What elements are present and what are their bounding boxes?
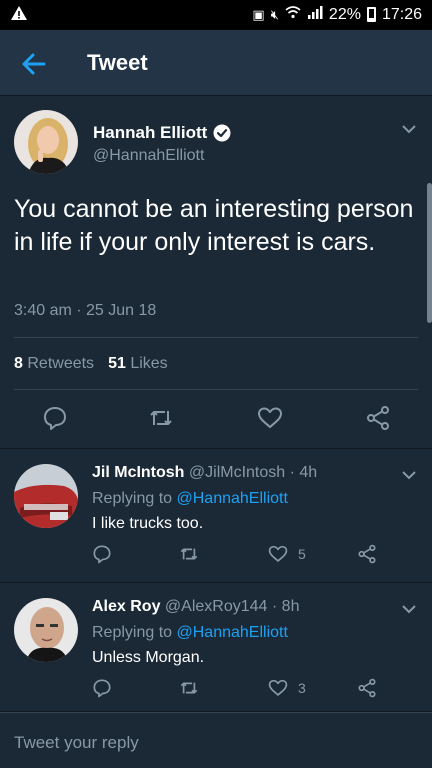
reply-author-handle[interactable]: @AlexRoy144	[165, 598, 268, 615]
reply-time: · 8h	[271, 598, 300, 615]
divider	[14, 337, 418, 338]
retweet-icon[interactable]	[179, 544, 199, 564]
battery-percent: 22%	[328, 5, 361, 23]
reply-text: I like trucks too.	[92, 515, 204, 532]
tweet-actions	[0, 405, 432, 435]
author-handle[interactable]: @HannahElliott	[93, 147, 204, 165]
like-heart-icon[interactable]	[257, 405, 283, 431]
reply-avatar[interactable]	[14, 464, 78, 528]
clock: 17:26	[381, 5, 422, 23]
chevron-down-icon[interactable]	[402, 124, 416, 134]
mention-link[interactable]: @HannahElliott	[177, 490, 288, 507]
share-icon[interactable]	[357, 678, 377, 698]
main-tweet: Hannah Elliott @HannahElliott You cannot…	[0, 97, 432, 449]
divider	[14, 389, 418, 390]
reply-author-handle[interactable]: @JilMcIntosh	[189, 464, 285, 481]
retweet-icon[interactable]	[148, 405, 174, 431]
reply-author-name[interactable]: Alex Roy	[92, 598, 160, 615]
reply-header: Alex Roy @AlexRoy144 · 8h	[92, 598, 299, 616]
arrow-left-icon[interactable]	[18, 48, 50, 80]
share-icon[interactable]	[357, 544, 377, 564]
mute-icon: 🔇︎	[270, 6, 279, 22]
verified-badge-icon	[213, 124, 231, 142]
author-name-text: Hannah Elliott	[93, 123, 208, 142]
reply-author-name[interactable]: Jil McIntosh	[92, 464, 184, 481]
reply-actions: 5	[0, 544, 432, 566]
chevron-down-icon[interactable]	[402, 604, 416, 614]
page-title: Tweet	[87, 50, 148, 75]
scrollbar[interactable]	[427, 183, 432, 323]
data-saver-icon: ▣	[252, 6, 265, 22]
like-count: 5	[298, 546, 306, 562]
reply-composer[interactable]: Tweet your reply	[0, 712, 432, 768]
tweet-timestamp: 3:40 am · 25 Jun 18	[14, 302, 157, 319]
like-heart-icon[interactable]	[268, 544, 288, 564]
replying-to-label: Replying to	[92, 490, 173, 507]
author-name[interactable]: Hannah Elliott	[93, 123, 231, 143]
tweet-stats: 8 Retweets 51 Likes	[14, 355, 168, 373]
reply-header: Jil McIntosh @JilMcIntosh · 4h	[92, 464, 317, 482]
app-header: Tweet	[0, 30, 432, 96]
warning-icon	[10, 4, 28, 27]
reply-avatar[interactable]	[14, 598, 78, 662]
chevron-down-icon[interactable]	[402, 470, 416, 480]
replying-to: Replying to @HannahElliott	[92, 490, 288, 508]
retweets-stat[interactable]: 8 Retweets	[14, 355, 94, 373]
wifi-icon	[285, 5, 301, 24]
status-bar: ▣ 🔇︎ 22% 17:26	[0, 0, 432, 30]
reply-text: Unless Morgan.	[92, 649, 205, 666]
reply-tweet[interactable]: Jil McIntosh @JilMcIntosh · 4h Replying …	[0, 450, 432, 583]
reply-icon[interactable]	[42, 405, 68, 431]
tweet-text: You cannot be an interesting person in l…	[14, 195, 414, 256]
replying-to-label: Replying to	[92, 624, 173, 641]
reply-tweet[interactable]: Alex Roy @AlexRoy144 · 8h Replying to @H…	[0, 584, 432, 712]
reply-input-placeholder[interactable]: Tweet your reply	[14, 733, 139, 753]
mention-link[interactable]: @HannahElliott	[177, 624, 288, 641]
battery-icon	[366, 7, 376, 22]
retweet-icon[interactable]	[179, 678, 199, 698]
like-count: 3	[298, 680, 306, 696]
replying-to: Replying to @HannahElliott	[92, 624, 288, 642]
reply-icon[interactable]	[92, 544, 112, 564]
author-avatar[interactable]	[14, 110, 78, 174]
signal-icon	[307, 5, 323, 24]
share-icon[interactable]	[365, 405, 391, 431]
reply-icon[interactable]	[92, 678, 112, 698]
reply-actions: 3	[0, 678, 432, 700]
likes-stat[interactable]: 51 Likes	[108, 355, 168, 373]
reply-time: · 4h	[289, 464, 318, 481]
like-heart-icon[interactable]	[268, 678, 288, 698]
